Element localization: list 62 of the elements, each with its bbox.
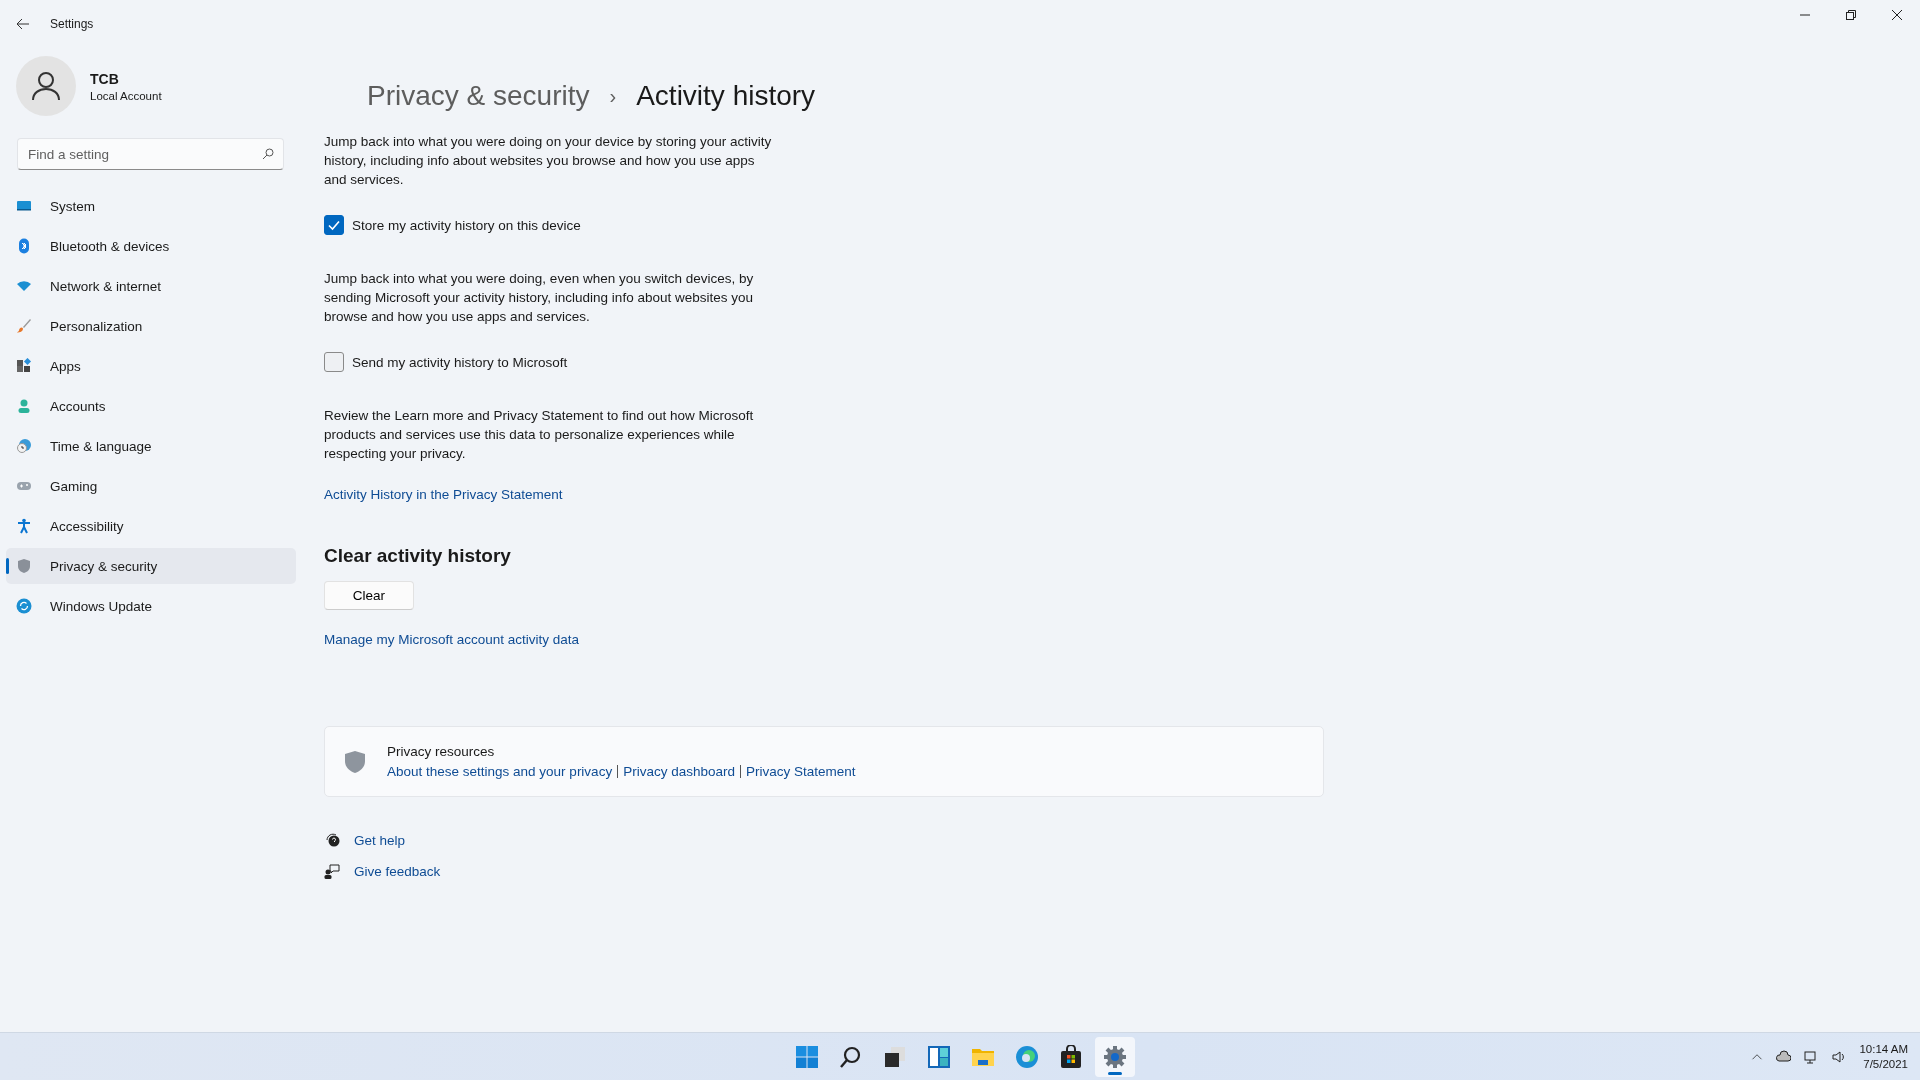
task-view-icon (883, 1045, 907, 1069)
description-text: Jump back into what you were doing, even when you switch devices, by sending Microsoft your activity history, including info about websites you browse and how you use apps and services. (324, 270, 755, 326)
restore-icon (1846, 10, 1856, 20)
checkmark-icon (327, 218, 341, 232)
resource-link[interactable]: Privacy dashboard (623, 764, 735, 779)
manage-data-link[interactable]: Manage my Microsoft account activity data (324, 632, 580, 647)
nav-item[interactable]: Network & internet (6, 268, 296, 304)
nav-item[interactable]: Accounts (6, 388, 296, 424)
bluetooth-icon (16, 238, 32, 254)
clear-button[interactable]: Clear (324, 581, 414, 610)
gear-icon (1103, 1045, 1127, 1069)
globe-clock-icon (16, 438, 32, 454)
feedback-icon (324, 863, 340, 879)
person-icon (16, 398, 32, 414)
nav-item[interactable]: Privacy & security (6, 548, 296, 584)
account-type: Local Account (90, 89, 162, 102)
checkbox[interactable] (324, 352, 344, 372)
accessibility-icon (16, 518, 32, 534)
nav-item[interactable]: Time & language (6, 428, 296, 464)
search-icon (262, 148, 274, 160)
search-icon (839, 1045, 863, 1069)
cloud-icon (1775, 1048, 1792, 1065)
page-title: Activity history (636, 80, 816, 112)
window-title: Settings (50, 17, 94, 31)
brush-icon (16, 318, 32, 334)
clock-time[interactable]: 10:14 AM (1859, 1041, 1908, 1057)
store-icon (1059, 1045, 1083, 1069)
nav-item[interactable]: Accessibility (6, 508, 296, 544)
close-icon (1892, 10, 1902, 20)
windows-logo-icon (795, 1045, 819, 1069)
description-text: Jump back into what you were doing on your device by storing your activity history, including info about websites you browse and how you use apps and services. (324, 133, 772, 189)
shield-icon (343, 749, 367, 774)
breadcrumb-link[interactable]: Privacy & security (367, 80, 590, 112)
section-heading: Clear activity history (324, 545, 512, 567)
card-title: Privacy resources (387, 744, 496, 759)
resource-link[interactable]: Privacy Statement (745, 764, 856, 779)
help-icon (324, 832, 340, 848)
nav-item[interactable]: Gaming (6, 468, 296, 504)
monitor-icon (16, 198, 32, 214)
description-text: Review the Learn more and Privacy Statement to find out how Microsoft products and services use this data to personalize experiences while respecting your privacy. (324, 407, 755, 463)
clock-date[interactable]: 7/5/2021 (1863, 1056, 1908, 1072)
breadcrumb-separator: › (609, 84, 617, 108)
resource-link[interactable]: About these settings and your privacy (387, 764, 613, 779)
wifi-icon (16, 278, 32, 294)
nav-item[interactable]: Bluetooth & devices (6, 228, 296, 264)
help-link[interactable]: Give feedback (354, 863, 441, 879)
account-name: TCB (90, 70, 120, 87)
nav-item[interactable]: Apps (6, 348, 296, 384)
help-link[interactable]: Get help (354, 832, 406, 848)
apps-icon (16, 358, 32, 374)
shield-icon (16, 558, 32, 574)
privacy-statement-link[interactable]: Activity History in the Privacy Statement (324, 487, 563, 502)
checkbox[interactable] (324, 215, 344, 235)
search-field[interactable]: Find a setting (17, 138, 284, 170)
checkbox-label: Send my activity history to Microsoft (352, 354, 568, 370)
nav-item[interactable]: Personalization (6, 308, 296, 344)
refresh-icon (16, 598, 32, 614)
browser-icon (1015, 1045, 1039, 1069)
nav-item[interactable]: Windows Update (6, 588, 296, 624)
checkbox-label: Store my activity history on this device (352, 217, 581, 233)
widgets-icon (927, 1045, 951, 1069)
nav-item[interactable]: System (6, 188, 296, 224)
